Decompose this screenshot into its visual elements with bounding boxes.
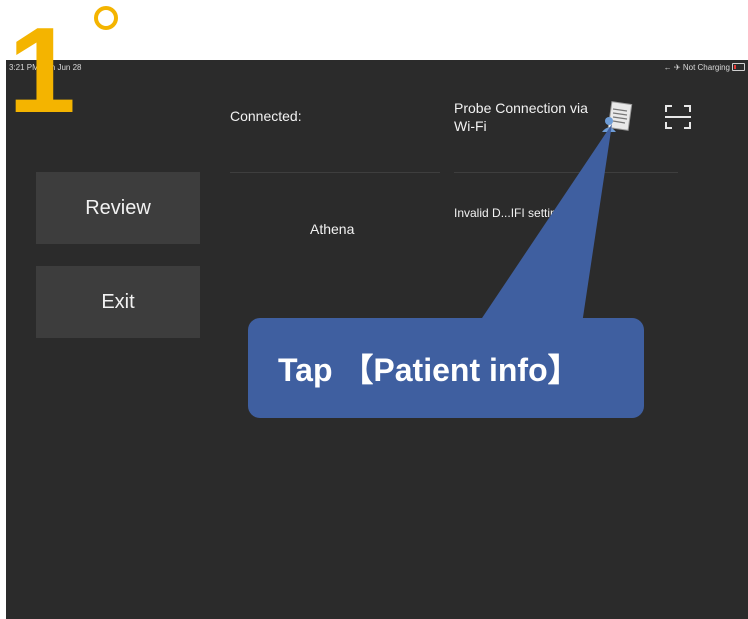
tooltip-pointer (478, 124, 612, 324)
tooltip-callout: Tap 【Patient info】 (248, 318, 644, 418)
